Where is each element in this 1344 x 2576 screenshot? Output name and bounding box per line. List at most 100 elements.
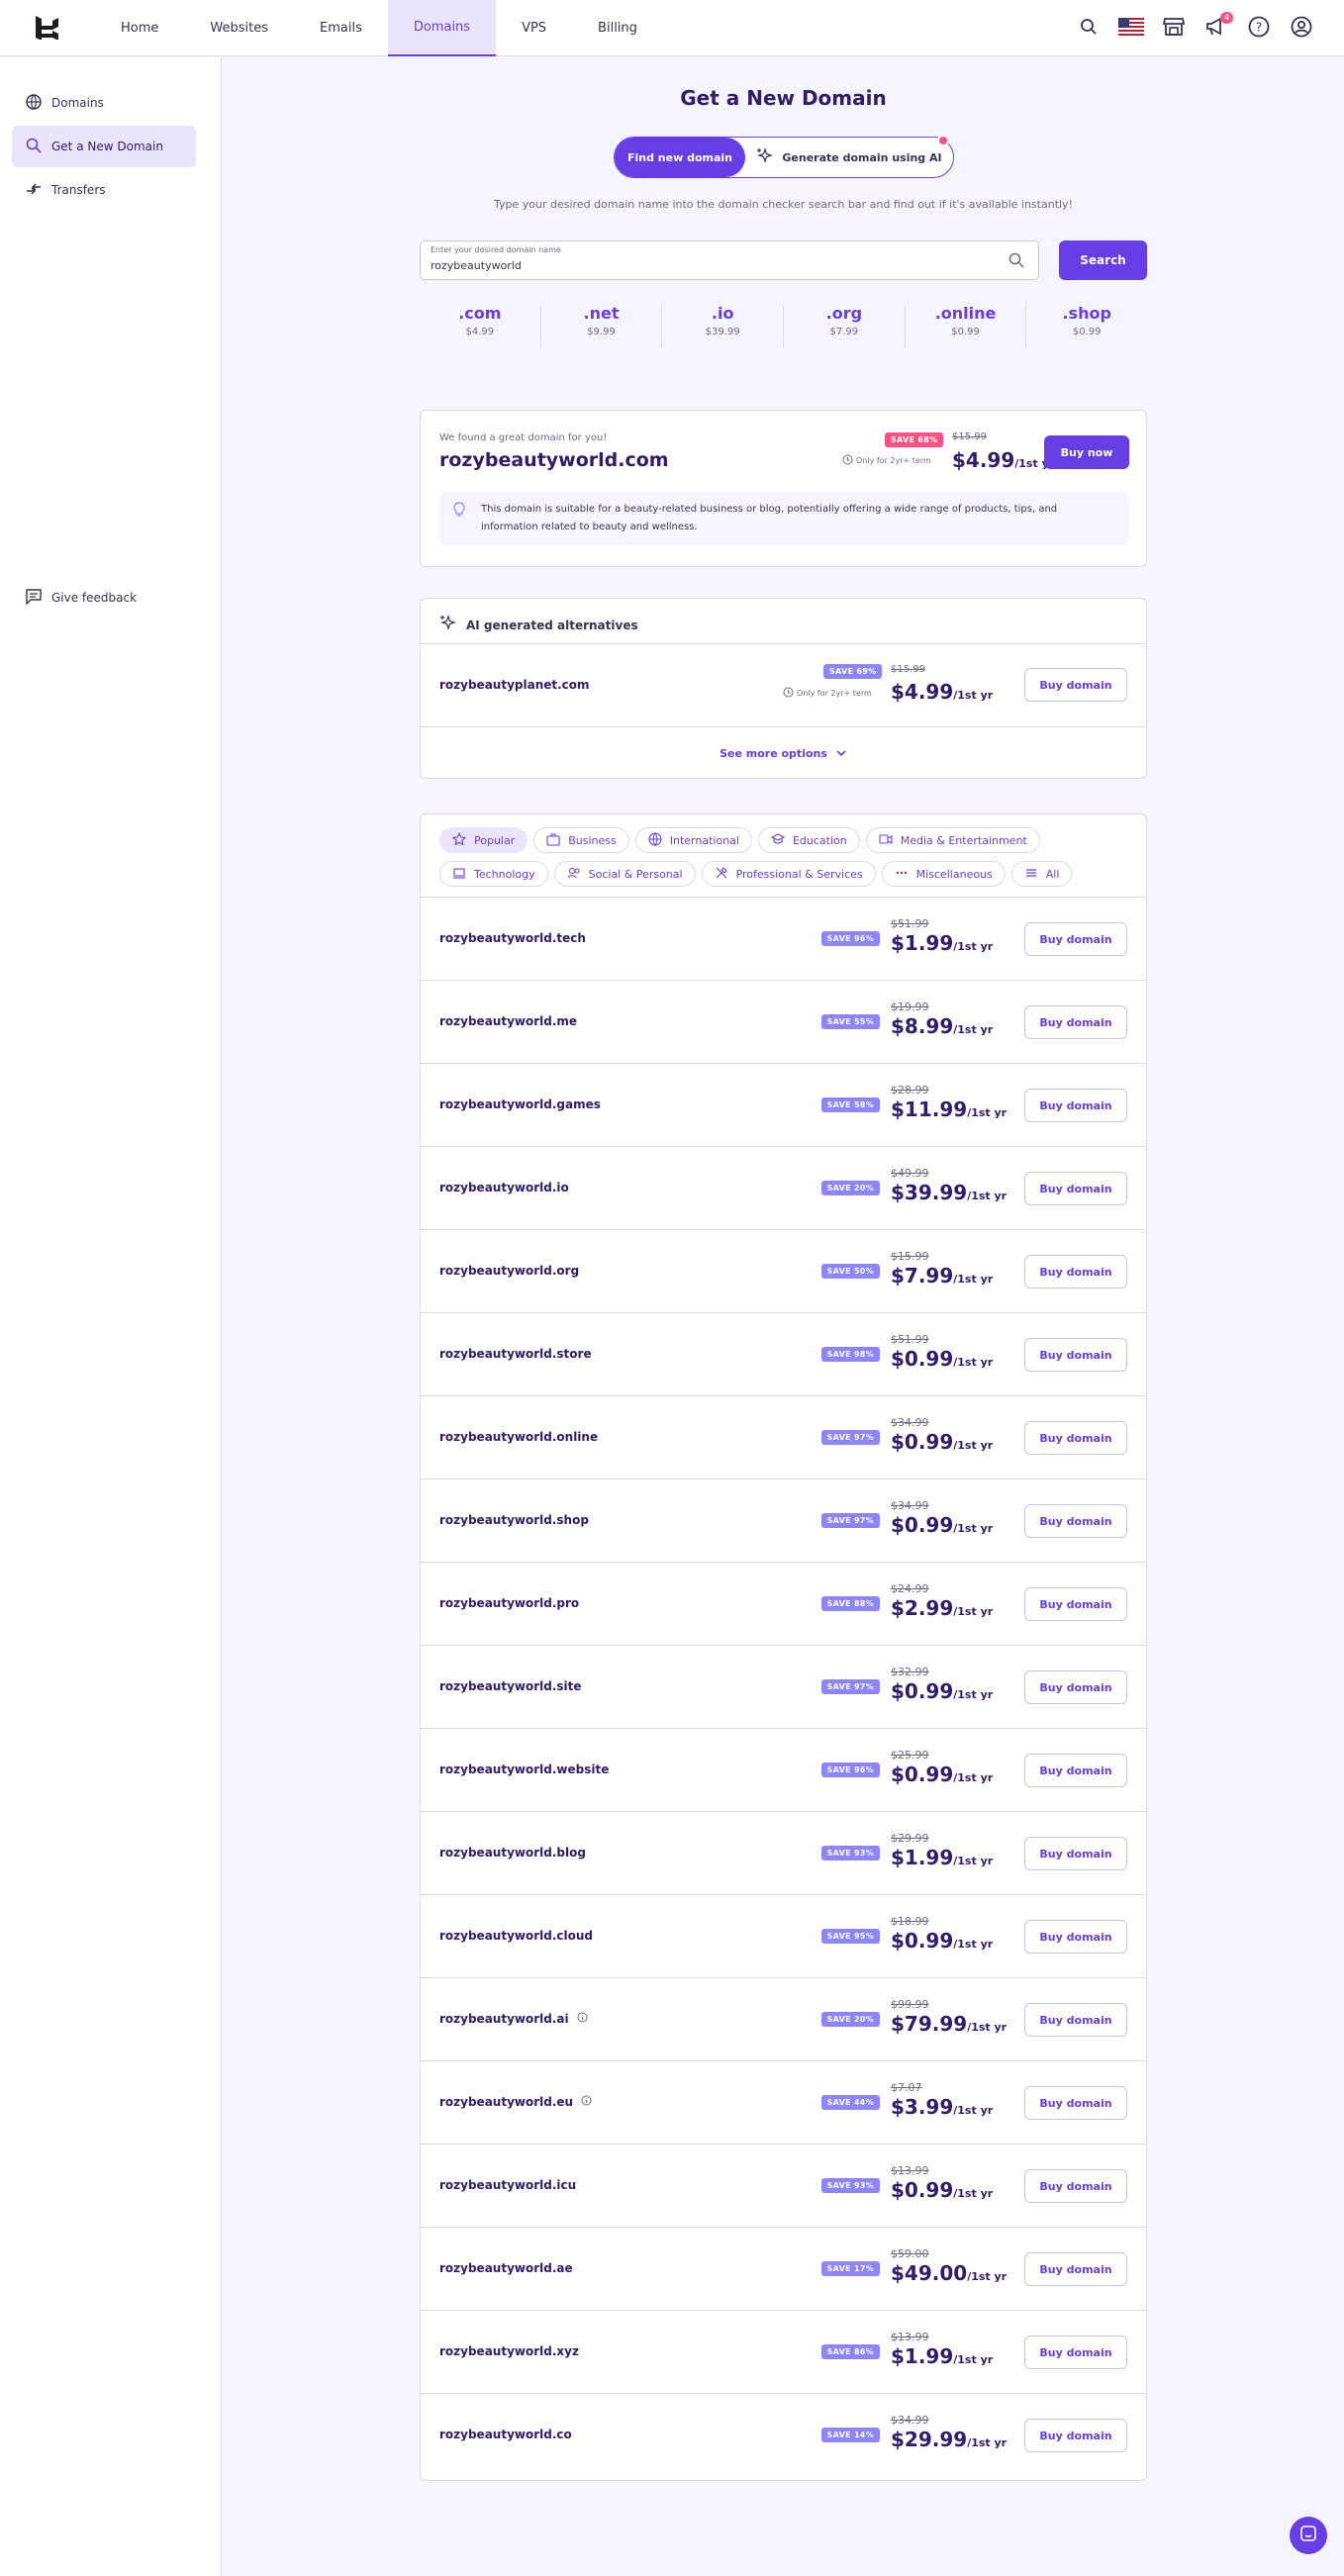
chat-icon [1299, 2525, 1317, 2546]
filter-professional-services[interactable]: Professional & Services [701, 861, 876, 887]
filter-media-entertainment[interactable]: Media & Entertainment [865, 827, 1040, 853]
hostinger-logo-icon[interactable] [35, 16, 59, 41]
domain-name-wrap: rozybeautyworld.ai [439, 2012, 588, 2026]
nav-domains[interactable]: Domains [387, 0, 497, 56]
per-year: /1st yr [953, 2353, 994, 2366]
domain-search-field[interactable]: Enter your desired domain name [420, 240, 1039, 280]
sidebar-item-transfers[interactable]: Transfers [12, 169, 196, 211]
search-button[interactable]: Search [1059, 240, 1147, 280]
nav-emails[interactable]: Emails [294, 0, 388, 56]
term-text: Only for 2yr+ term [856, 456, 931, 465]
domain-name: rozybeautyworld.icu [439, 2178, 577, 2192]
chat-support-button[interactable] [1290, 2517, 1327, 2554]
domain-name-wrap: rozybeautyworld.io [439, 1181, 569, 1194]
buy-domain-button[interactable]: Buy domain [1024, 2336, 1127, 2369]
see-more-label: See more options [720, 747, 827, 760]
tld-item[interactable]: .io $39.99 [662, 304, 785, 347]
buy-domain-button[interactable]: Buy domain [1024, 1089, 1127, 1122]
buy-domain-button[interactable]: Buy domain [1024, 1172, 1127, 1205]
buy-domain-button[interactable]: Buy domain [1024, 1338, 1127, 1372]
price: $0.99/1st yr [891, 1763, 993, 1786]
per-year: /1st yr [953, 1605, 994, 1618]
price-value: $0.99 [891, 2178, 954, 2202]
filter-popular[interactable]: Popular [439, 827, 528, 853]
per-year: /1st yr [953, 1688, 994, 1701]
buy-now-button[interactable]: Buy now [1044, 435, 1129, 469]
buy-domain-button[interactable]: Buy domain [1024, 2419, 1127, 2452]
info-icon[interactable] [581, 2095, 592, 2109]
filter-technology[interactable]: Technology [439, 861, 548, 887]
tld-item[interactable]: .org $7.99 [784, 304, 906, 347]
per-year: /1st yr [967, 2270, 1008, 2283]
price: $4.99/1st yr [891, 680, 993, 704]
chevron-down-icon [835, 747, 847, 760]
info-icon[interactable] [577, 2012, 588, 2026]
search-mode-toggle: Find new domain Generate domain using AI [614, 135, 954, 178]
buy-domain-button[interactable]: Buy domain [1024, 2086, 1127, 2120]
old-price: $51.99 [891, 1333, 929, 1346]
generate-ai-tab[interactable]: Generate domain using AI [745, 138, 953, 177]
graduation-cap-icon [770, 832, 786, 849]
tld-name: .net [583, 304, 620, 323]
help-icon[interactable]: ? [1246, 14, 1272, 40]
buy-domain-button[interactable]: Buy domain [1024, 1920, 1127, 1954]
domain-name: rozybeautyworld.blog [439, 1846, 586, 1860]
sidebar-item-get-new-domain[interactable]: Get a New Domain [12, 126, 196, 167]
buy-domain-button[interactable]: Buy domain [1024, 1005, 1127, 1039]
find-new-domain-tab[interactable]: Find new domain [615, 138, 745, 177]
tld-item[interactable]: .com $4.99 [420, 304, 541, 347]
filter-social-personal[interactable]: Social & Personal [553, 861, 696, 887]
filter-international[interactable]: International [634, 827, 752, 853]
search-icon[interactable] [1076, 14, 1102, 40]
nav-vps[interactable]: VPS [496, 0, 572, 56]
us-flag-icon[interactable] [1118, 14, 1144, 40]
filter-business[interactable]: Business [533, 827, 629, 853]
price-value: $0.99 [891, 1929, 954, 1953]
buy-domain-button[interactable]: Buy domain [1024, 1255, 1127, 1288]
buy-domain-button[interactable]: Buy domain [1024, 2252, 1127, 2286]
domain-row: rozybeautyworld.blog SAVE 93% $29.99 $1.99/… [421, 1811, 1146, 1894]
old-price: $24.99 [891, 1582, 929, 1595]
buy-domain-button[interactable]: Buy domain [1024, 922, 1127, 956]
buy-domain-button[interactable]: Buy domain [1024, 1504, 1127, 1538]
buy-domain-button[interactable]: Buy domain [1024, 1754, 1127, 1787]
buy-domain-button[interactable]: Buy domain [1024, 1670, 1127, 1704]
filter-miscellaneous[interactable]: Miscellaneous [881, 861, 1006, 887]
buy-domain-button[interactable]: Buy domain [1024, 1837, 1127, 1870]
tld-item[interactable]: .net $9.99 [541, 304, 663, 347]
price: $0.99/1st yr [891, 1347, 993, 1371]
per-year: /1st yr [953, 940, 994, 953]
filter-education[interactable]: Education [757, 827, 860, 853]
price-value: $4.99 [891, 680, 954, 704]
per-year: /1st yr [953, 689, 994, 702]
tld-item[interactable]: .online $0.99 [906, 304, 1027, 347]
tld-item[interactable]: .shop $0.99 [1026, 304, 1147, 347]
nav-websites[interactable]: Websites [184, 0, 294, 56]
price: $79.99/1st yr [891, 2012, 1007, 2036]
globe-icon [26, 93, 42, 113]
buy-domain-button[interactable]: Buy domain [1024, 2169, 1127, 2203]
save-badge: SAVE 50% [820, 1264, 880, 1279]
filter-all[interactable]: All [1010, 861, 1073, 887]
price: $39.99/1st yr [891, 1181, 1007, 1204]
sidebar-item-domains[interactable]: Domains [12, 82, 196, 124]
nav-home[interactable]: Home [95, 0, 184, 56]
store-icon[interactable] [1161, 14, 1187, 40]
see-more-options-button[interactable]: See more options [421, 726, 1146, 780]
give-feedback-button[interactable]: Give feedback [12, 577, 196, 619]
domain-name: rozybeautyworld.online [439, 1430, 599, 1444]
buy-domain-button[interactable]: Buy domain [1024, 668, 1127, 702]
domain-search-input[interactable] [431, 259, 985, 272]
clock-icon [783, 687, 794, 700]
domain-name: rozybeautyworld.tech [439, 931, 586, 945]
account-icon[interactable] [1289, 14, 1314, 40]
nav-billing[interactable]: Billing [572, 0, 663, 56]
buy-domain-button[interactable]: Buy domain [1024, 1587, 1127, 1621]
sidebar-item-label: Domains [51, 96, 104, 110]
per-year: /1st yr [953, 1023, 994, 1036]
buy-domain-button[interactable]: Buy domain [1024, 1421, 1127, 1455]
megaphone-icon[interactable]: 4 [1203, 12, 1233, 40]
ai-alternatives-card: AI generated alternatives rozybeautyplan… [420, 598, 1147, 779]
buy-domain-button[interactable]: Buy domain [1024, 2003, 1127, 2037]
domain-name: rozybeautyworld.ai [439, 2012, 569, 2026]
